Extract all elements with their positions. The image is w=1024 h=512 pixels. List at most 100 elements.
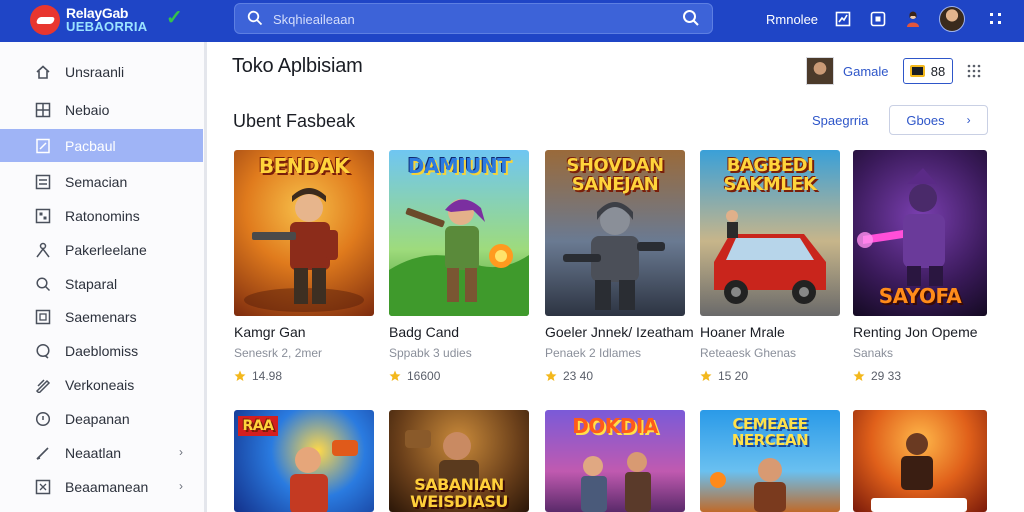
game-thumbnail[interactable]: SHOVDAN SANEJAN [545, 150, 685, 316]
sidebar-item-9[interactable]: Verkoneais [0, 368, 203, 401]
game-name[interactable]: Goeler Jnnek/ Izeatham [545, 324, 694, 340]
game-rating: 14.98 [234, 369, 282, 383]
sidebar-item-4[interactable]: Ratonomins [0, 199, 203, 232]
box-icon [35, 479, 51, 494]
game-logo-text: BAGBEDI SAKMLEK [723, 155, 817, 195]
coin-balance[interactable]: 88 [902, 58, 953, 84]
game-subtitle: Penaek 2 Idlames [545, 346, 642, 360]
game-logo-text: RAA [238, 416, 278, 436]
game-thumbnail[interactable]: CEMEAEE NERCEAN [700, 410, 840, 512]
game-thumbnail[interactable]: RAA [234, 410, 374, 512]
sidebar-item-3[interactable]: Semacian [0, 165, 203, 198]
sidebar-item-label: Staparal [65, 275, 118, 292]
chat-icon [36, 343, 50, 359]
sidebar-item-label: Pakerleelane [65, 241, 147, 258]
game-thumbnail[interactable]: BENDAK [234, 150, 374, 316]
game-thumbnail[interactable]: SABANIAN WEISDIASU [389, 410, 529, 512]
game-rating: 29 33 [853, 369, 901, 383]
header-link[interactable]: Rmnolee [766, 12, 818, 27]
game-name[interactable]: Renting Jon Opeme [853, 324, 978, 340]
game-logo-text: SAYOFA [878, 284, 962, 308]
sidebar-item-2[interactable]: Pacbaul [0, 129, 203, 162]
sidebar-item-label: Verkoneais [65, 376, 135, 393]
search-icon [247, 10, 263, 26]
edit-icon [36, 446, 49, 460]
sidebar-item-1[interactable]: Nebaio [0, 93, 203, 126]
game-logo-text: BENDAK [258, 154, 350, 178]
header-actions: Rmnolee [766, 6, 1022, 32]
star-icon [853, 370, 865, 381]
sidebar-item-label: Beaamanean [65, 478, 149, 495]
game-thumbnail[interactable]: RAA DAMIUNT [389, 150, 529, 316]
sidebar-item-label: Pacbaul [65, 137, 116, 154]
sidebar-item-12[interactable]: Beaamanean › [0, 470, 203, 503]
sidebar-item-6[interactable]: Staparal [0, 267, 203, 300]
apps-grid-icon[interactable] [987, 10, 1005, 28]
sidebar-item-label: Ratonomins [65, 207, 140, 224]
star-icon [545, 370, 557, 381]
game-name[interactable]: Badg Cand [389, 324, 459, 340]
sidebar-scrollbar[interactable] [204, 42, 207, 512]
app-logo[interactable]: RelayGab UEBAORRIA ✓ [30, 3, 183, 37]
sidebar-item-label: Daeblomiss [65, 342, 139, 359]
game-subtitle: Reteaesk Ghenas [700, 346, 797, 360]
person-icon [36, 242, 50, 257]
sidebar-item-label: Unsraanli [65, 63, 125, 80]
sidebar-item-label: Semacian [65, 173, 128, 190]
sidebar-item-8[interactable]: Daeblomiss [0, 334, 203, 367]
sidebar-item-label: Nebaio [65, 101, 110, 118]
rating-value: 29 33 [871, 369, 902, 383]
game-logo-text: DOKDIA [572, 414, 658, 438]
game-logo-text: CEMEAEE NERCEAN [731, 415, 809, 449]
rating-value: 14.98 [252, 369, 283, 383]
user-avatar[interactable] [806, 57, 834, 85]
game-logo-text: DAMIUNT [407, 154, 511, 178]
section-link[interactable]: Spaegrria [812, 113, 868, 128]
coin-icon [909, 65, 925, 77]
game-art [871, 433, 967, 512]
pen-icon [35, 378, 51, 393]
game-rating: 15 20 [700, 369, 748, 383]
rating-value: 15 20 [718, 369, 749, 383]
profile-avatar[interactable] [939, 6, 966, 32]
page-title: Toko Aplbisiam [232, 55, 363, 77]
game-thumbnail[interactable]: BAGBEDI SAKMLEK [700, 150, 840, 316]
game-name[interactable]: Hoaner Mrale [700, 324, 785, 340]
list-icon [35, 174, 51, 189]
game-thumbnail[interactable]: SAYOFA [853, 150, 987, 316]
logo-mark-icon [30, 5, 60, 35]
sidebar-item-5[interactable]: Pakerleelane [0, 233, 203, 266]
title-link[interactable]: Gamale [843, 64, 889, 79]
sidebar-item-7[interactable]: Saemenars [0, 300, 203, 333]
window-icon[interactable] [869, 10, 887, 28]
star-icon [389, 370, 401, 381]
user-icon[interactable] [904, 10, 922, 28]
search-box[interactable] [234, 3, 713, 34]
sidebar-item-11[interactable]: Neaatlan › [0, 436, 203, 469]
grid-icon [35, 102, 51, 117]
chart-icon[interactable] [834, 10, 852, 28]
logo-subtitle: UEBAORRIA [66, 19, 148, 34]
game-name[interactable]: Kamgr Gan [234, 324, 306, 340]
game-logo-text: SHOVDAN SANEJAN [566, 155, 664, 195]
section-title: Ubent Fasbeak [233, 111, 356, 131]
search-submit-icon[interactable] [682, 9, 700, 27]
sidebar-item-0[interactable]: Unsraanli [0, 55, 203, 88]
rating-value: 16600 [407, 369, 441, 383]
rating-value: 23 40 [563, 369, 594, 383]
search-icon [36, 276, 51, 291]
search-input[interactable] [273, 9, 653, 29]
logo-title: RelayGab [66, 5, 129, 21]
game-thumbnail[interactable] [853, 410, 987, 512]
chevron-right-icon: › [966, 113, 971, 127]
check-icon: ✓ [166, 7, 183, 29]
sidebar-item-label: Neaatlan [65, 444, 122, 461]
more-grid-icon[interactable] [967, 64, 981, 78]
section-more-button[interactable]: Gboes › [889, 105, 988, 135]
home-icon [36, 64, 50, 79]
chevron-right-icon: › [179, 445, 183, 459]
sidebar-item-10[interactable]: Deapanan [0, 402, 203, 435]
game-thumbnail[interactable]: DOKDIA [545, 410, 685, 512]
square-icon [35, 309, 51, 324]
game-logo-text: SABANIAN WEISDIASU [410, 475, 508, 511]
